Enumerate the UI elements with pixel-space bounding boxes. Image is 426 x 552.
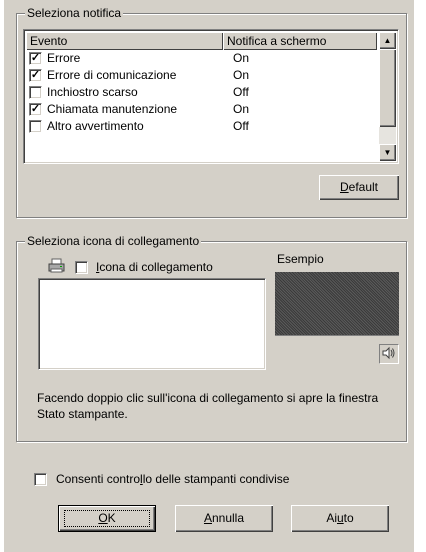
scroll-up-button[interactable]: ▲ <box>379 32 396 49</box>
scroll-thumb[interactable] <box>379 49 396 127</box>
shortcut-info-text: Facendo doppio clic sull'icona di colleg… <box>37 391 379 421</box>
default-button[interactable]: Default <box>319 175 399 200</box>
event-checkbox[interactable]: ✓ <box>29 52 42 65</box>
printer-icon <box>48 258 66 274</box>
example-preview-desktop <box>275 272 399 335</box>
column-header-screen-notification[interactable]: Notifica a schermo <box>223 32 377 50</box>
event-checkbox[interactable] <box>29 86 42 99</box>
focus-rectangle <box>64 510 150 527</box>
ok-button[interactable]: OK <box>58 505 156 532</box>
dialog: Seleziona notifica Evento Notifica a sch… <box>4 0 414 552</box>
column-header-event[interactable]: Evento <box>26 32 223 50</box>
shortcut-icon-list[interactable] <box>38 278 266 370</box>
vertical-scrollbar[interactable]: ▲ ▼ <box>379 32 396 161</box>
event-listview[interactable]: Evento Notifica a schermo ✓ Errore On ✓ … <box>23 29 399 164</box>
shared-printers-label[interactable]: Consenti controllo delle stampanti condi… <box>56 471 289 487</box>
shortcut-group-title: Seleziona icona di collegamento <box>25 234 202 248</box>
shortcut-icon-label[interactable]: Icona di collegamento <box>96 259 213 275</box>
shortcut-icon-checkbox[interactable] <box>75 261 88 274</box>
speaker-icon <box>379 344 399 364</box>
scroll-down-button[interactable]: ▼ <box>379 144 396 161</box>
event-checkbox[interactable] <box>29 120 42 133</box>
example-label: Esempio <box>277 252 324 266</box>
help-button[interactable]: Aiuto <box>291 505 389 532</box>
notification-group-title: Seleziona notifica <box>25 6 124 20</box>
cancel-button[interactable]: Annulla <box>175 505 273 532</box>
shared-printers-checkbox[interactable] <box>34 473 47 486</box>
event-checkbox[interactable]: ✓ <box>29 103 42 116</box>
event-checkbox[interactable]: ✓ <box>29 69 42 82</box>
notification-groupbox: Seleziona notifica Evento Notifica a sch… <box>16 6 407 218</box>
